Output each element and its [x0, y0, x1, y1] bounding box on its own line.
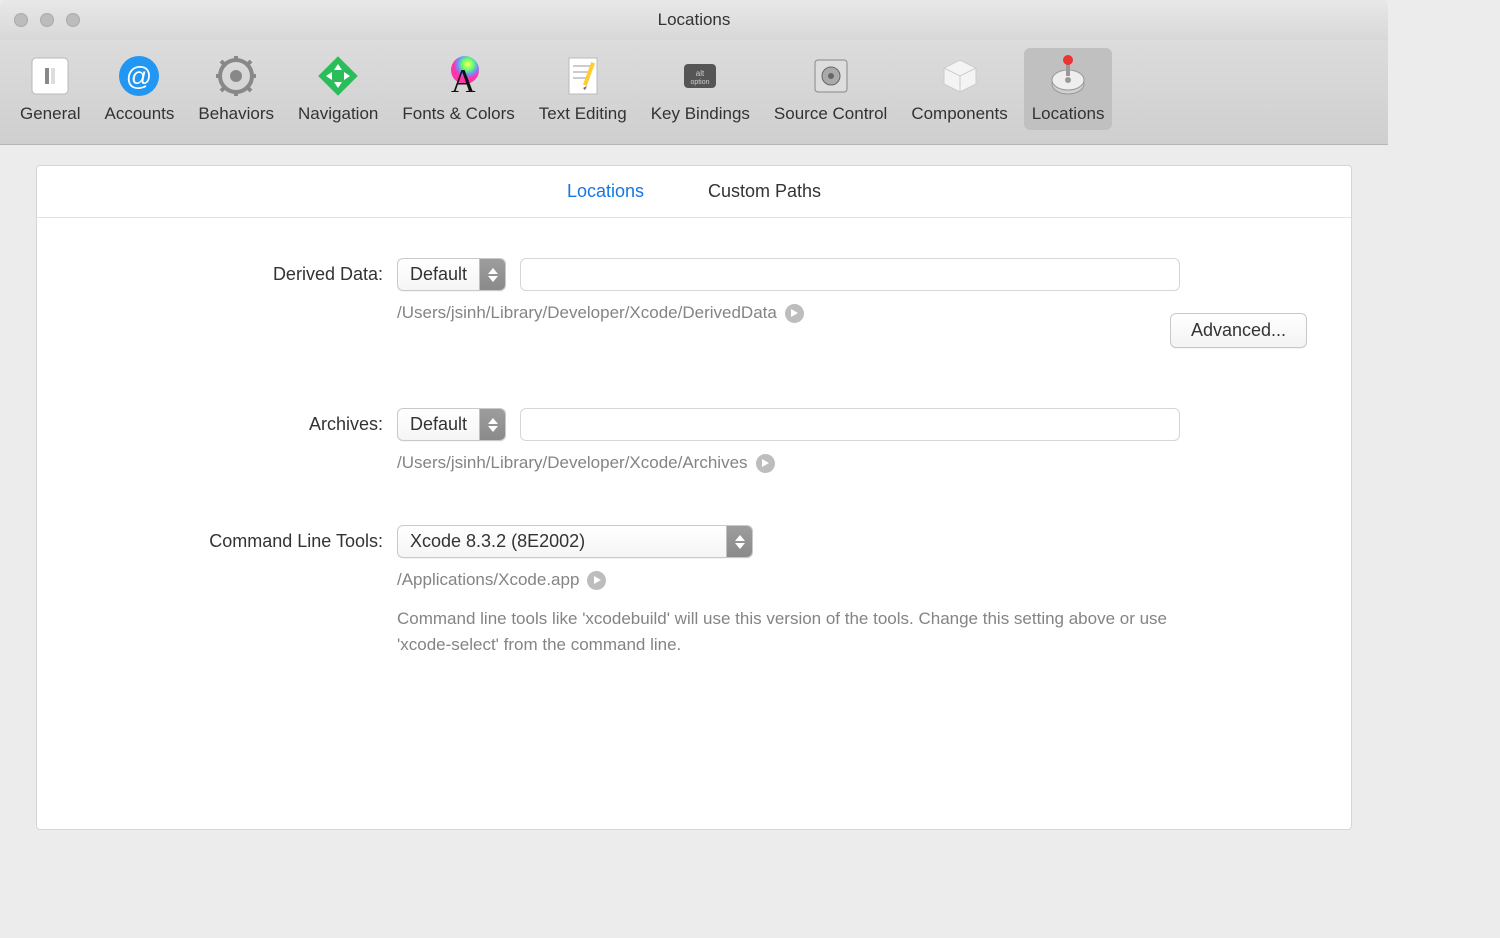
advanced-label: Advanced... — [1191, 320, 1286, 341]
derived-data-path-input[interactable] — [520, 258, 1180, 291]
at-sign-icon: @ — [115, 52, 163, 100]
archives-row: Archives: Default /Users/jsinh/Library/D… — [77, 408, 1311, 473]
toolbar-label: Components — [911, 104, 1007, 124]
chevron-up-down-icon — [726, 526, 752, 557]
move-icon — [314, 52, 362, 100]
close-window-button[interactable] — [14, 13, 28, 27]
package-icon — [936, 52, 984, 100]
cli-tools-value: Xcode 8.3.2 (8E2002) — [398, 531, 726, 552]
content-panel: Locations Custom Paths Derived Data: Def… — [36, 165, 1352, 830]
cli-tools-description: Command line tools like 'xcodebuild' wil… — [397, 606, 1177, 657]
toolbar-fonts-colors[interactable]: A Fonts & Colors — [394, 48, 522, 130]
toolbar-label: Behaviors — [198, 104, 274, 124]
tabbar: Locations Custom Paths — [37, 166, 1351, 218]
cli-tools-label: Command Line Tools: — [77, 525, 397, 552]
archives-path-input[interactable] — [520, 408, 1180, 441]
toolbar-label: Locations — [1032, 104, 1105, 124]
text-editing-icon — [559, 52, 607, 100]
toolbar-text-editing[interactable]: Text Editing — [531, 48, 635, 130]
gear-icon — [212, 52, 260, 100]
toolbar-label: General — [20, 104, 80, 124]
chevron-up-down-icon — [479, 409, 505, 440]
svg-text:A: A — [451, 63, 476, 98]
cli-tools-popup[interactable]: Xcode 8.3.2 (8E2002) — [397, 525, 753, 558]
toolbar-key-bindings[interactable]: altoption Key Bindings — [643, 48, 758, 130]
traffic-lights — [0, 13, 80, 27]
svg-text:@: @ — [126, 61, 152, 91]
toolbar-navigation[interactable]: Navigation — [290, 48, 386, 130]
locations-form: Derived Data: Default /Users/jsinh/Libra… — [37, 218, 1351, 693]
cli-tools-path: /Applications/Xcode.app — [397, 570, 579, 590]
toolbar-label: Navigation — [298, 104, 378, 124]
toolbar-behaviors[interactable]: Behaviors — [190, 48, 282, 130]
disk-icon — [1044, 52, 1092, 100]
toolbar-accounts[interactable]: @ Accounts — [96, 48, 182, 130]
key-icon: altoption — [676, 52, 724, 100]
tab-locations[interactable]: Locations — [567, 175, 644, 208]
toolbar-label: Fonts & Colors — [402, 104, 514, 124]
archives-path: /Users/jsinh/Library/Developer/Xcode/Arc… — [397, 453, 748, 473]
advanced-button[interactable]: Advanced... — [1170, 313, 1307, 348]
switch-icon — [26, 52, 74, 100]
svg-text:option: option — [691, 79, 710, 86]
vault-icon — [807, 52, 855, 100]
arrow-right-circle-icon[interactable] — [785, 304, 804, 323]
toolbar-source-control[interactable]: Source Control — [766, 48, 895, 130]
toolbar-components[interactable]: Components — [903, 48, 1015, 130]
chevron-up-down-icon — [479, 259, 505, 290]
toolbar-label: Source Control — [774, 104, 887, 124]
toolbar-label: Text Editing — [539, 104, 627, 124]
toolbar-label: Accounts — [104, 104, 174, 124]
toolbar-locations[interactable]: Locations — [1024, 48, 1113, 130]
toolbar-general[interactable]: General — [12, 48, 88, 130]
derived-data-label: Derived Data: — [77, 258, 397, 285]
tab-custom-paths[interactable]: Custom Paths — [708, 175, 821, 208]
cli-tools-row: Command Line Tools: Xcode 8.3.2 (8E2002)… — [77, 525, 1311, 657]
preferences-toolbar: General @ Accounts Behaviors Navigation … — [0, 40, 1388, 145]
archives-label: Archives: — [77, 408, 397, 435]
archives-value: Default — [398, 414, 479, 435]
arrow-right-circle-icon[interactable] — [587, 571, 606, 590]
derived-data-value: Default — [398, 264, 479, 285]
archives-popup[interactable]: Default — [397, 408, 506, 441]
zoom-window-button[interactable] — [66, 13, 80, 27]
arrow-right-circle-icon[interactable] — [756, 454, 775, 473]
derived-data-path: /Users/jsinh/Library/Developer/Xcode/Der… — [397, 303, 777, 323]
toolbar-label: Key Bindings — [651, 104, 750, 124]
window-title: Locations — [658, 10, 731, 30]
derived-data-popup[interactable]: Default — [397, 258, 506, 291]
svg-text:alt: alt — [696, 69, 705, 78]
font-color-icon: A — [435, 52, 483, 100]
minimize-window-button[interactable] — [40, 13, 54, 27]
titlebar: Locations — [0, 0, 1388, 40]
